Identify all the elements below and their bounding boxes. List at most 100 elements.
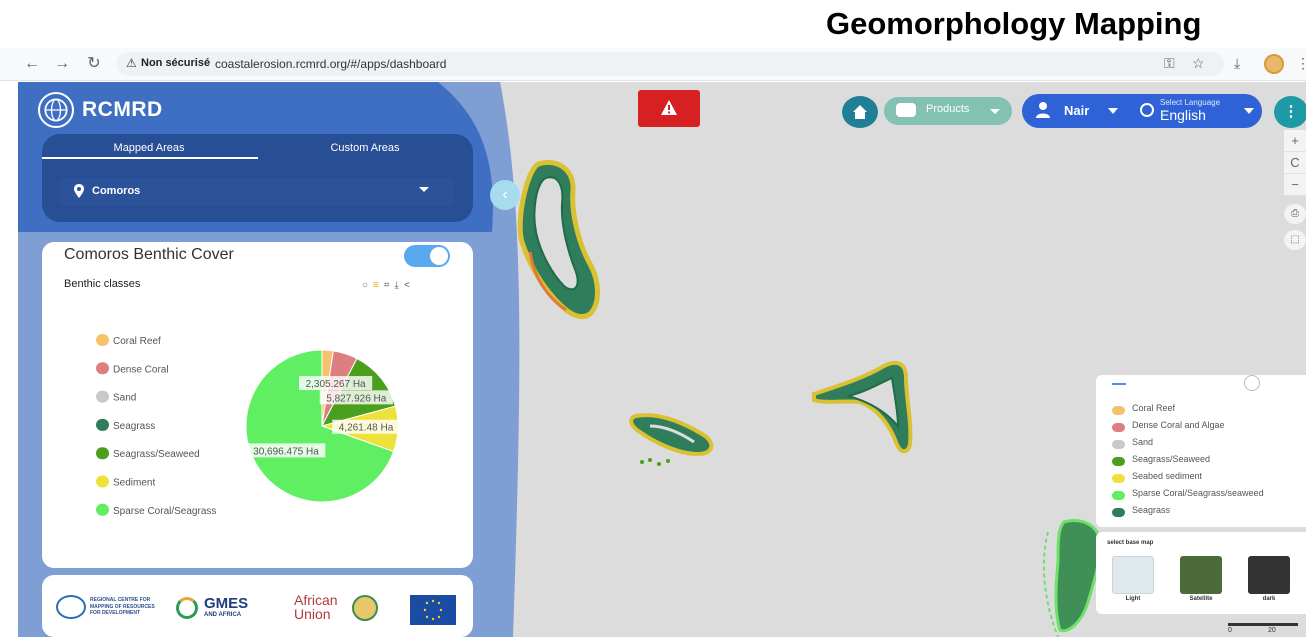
user-chevron-down-icon[interactable] [1108, 108, 1118, 114]
alert-button[interactable] [638, 90, 700, 127]
map-legend-swatch [1112, 491, 1125, 500]
rcmrd-partner-logo: REGIONAL CENTRE FOR MAPPING OF RESOURCES… [48, 595, 168, 623]
map-legend-label: Seabed sediment [1132, 471, 1203, 481]
chart-legend-item[interactable]: Sediment [96, 475, 155, 489]
country-select[interactable]: Comoros [60, 178, 453, 206]
chart-toolbar: ○≡⌗⤓< [362, 280, 415, 291]
select-area-button[interactable]: ⬚ [1284, 230, 1306, 250]
print-button[interactable]: ⎙ [1284, 204, 1306, 224]
map-legend: Coral Reef Dense Coral and Algae Sand Seagr… [1096, 375, 1306, 527]
benthic-pie-chart: Coral Reef Dense Coral Sand Seagrass Seagras… [96, 334, 400, 517]
download-icon[interactable]: ⤓ [1234, 55, 1240, 72]
basemap-label-dark: dark [1262, 596, 1276, 602]
basemap-label-light: Light [1125, 596, 1141, 602]
download-icon[interactable]: ⤓ [395, 280, 404, 291]
home-icon [853, 105, 867, 119]
home-button[interactable] [842, 96, 878, 128]
pie-data-label: 30,696.475 Ha [246, 443, 326, 458]
african-union-emblem-icon [352, 595, 378, 621]
map-legend-label: Coral Reef [1132, 403, 1176, 413]
reset-view-button[interactable]: C [1284, 152, 1306, 174]
map-legend-label: Seagrass/Seaweed [1132, 454, 1211, 464]
browser-toolbar: ← → ↻ ⚠ Non sécurisé coastalerosion.rcmr… [0, 48, 1306, 81]
password-key-icon[interactable]: ⚿ [1164, 55, 1175, 72]
map-legend-swatch [1112, 508, 1125, 517]
refresh-circle-icon[interactable]: ○ [362, 280, 373, 291]
user-icon[interactable] [1036, 102, 1050, 118]
gmes-logo: GMES AND AFRICA [176, 595, 276, 625]
globe-icon [1140, 103, 1154, 117]
products-label: Products [926, 103, 970, 115]
map-legend-item: Coral Reef [1112, 403, 1302, 419]
chart-legend-label: Sparse Coral/Seagrass [113, 506, 216, 517]
tab-mapped-areas[interactable]: Mapped Areas [42, 142, 256, 162]
bar-chart-icon[interactable]: ≡ [373, 280, 384, 291]
chart-legend-item[interactable]: Dense Coral [96, 362, 169, 375]
reload-icon[interactable]: ↻ [84, 54, 104, 74]
light-map-thumbnail [1112, 556, 1154, 594]
basemap-title: select base map [1107, 540, 1154, 546]
security-label[interactable]: Non sécurisé [141, 57, 210, 69]
forward-arrow-icon[interactable]: → [52, 54, 72, 74]
legend-toggle-icon[interactable] [1244, 375, 1260, 391]
gmes-subtitle: AND AFRICA [204, 612, 242, 618]
map-legend-item: Seagrass [1112, 505, 1302, 521]
rcmrd-full-name: REGIONAL CENTRE FOR MAPPING OF RESOURCES… [90, 597, 155, 616]
tab-custom-areas[interactable]: Custom Areas [258, 142, 472, 162]
chart-legend-item[interactable]: Sand [96, 390, 136, 404]
basemap-option-dark[interactable]: dark [1248, 556, 1290, 606]
url-text[interactable]: coastalerosion.rcmrd.org/#/apps/dashboar… [215, 57, 446, 71]
chart-legend-swatch [96, 447, 109, 460]
products-dropdown[interactable]: Products [884, 97, 1012, 125]
data-label-text: 2,305.267 Ha [306, 379, 366, 390]
data-label-text: 5,827.926 Ha [326, 393, 386, 404]
basemap-option-light[interactable]: Light [1112, 556, 1154, 606]
printer-icon: ⎙ [1291, 208, 1299, 219]
chart-legend-item[interactable]: Seagrass/Seaweed [96, 447, 200, 460]
user-name[interactable]: Nair [1064, 103, 1089, 118]
browser-menu-icon[interactable]: ⋮ [1296, 55, 1306, 72]
african-union-text: African Union [294, 592, 338, 622]
basemap-label-satellite: Satellite [1189, 596, 1213, 602]
chart-legend-label: Seagrass [113, 421, 155, 432]
eu-flag-logo [410, 595, 456, 625]
layer-toggle[interactable] [404, 245, 450, 267]
scale-bar: 0 20 [1228, 620, 1298, 634]
share-icon[interactable]: < [404, 280, 415, 291]
crop-icon[interactable]: ⌗ [384, 280, 395, 291]
selection-icon: ⬚ [1290, 234, 1300, 245]
dark-map-thumbnail [1248, 556, 1290, 594]
chevron-down-icon [419, 187, 429, 192]
legend-drag-handle[interactable] [1112, 383, 1126, 385]
zoom-in-button[interactable]: + [1284, 130, 1306, 152]
map-legend-item: Dense Coral and Algae [1112, 420, 1302, 436]
slide-title: Geomorphology Mapping [826, 6, 1202, 41]
chart-legend-item[interactable]: Coral Reef [96, 334, 161, 347]
map-legend-label: Seagrass [1132, 505, 1171, 515]
active-tab-indicator [42, 157, 258, 159]
location-pin-icon [74, 184, 84, 198]
chart-legend-item[interactable]: Sparse Coral/Seagrass [96, 503, 216, 517]
more-options-button[interactable]: ⋮ [1274, 96, 1306, 128]
chart-legend-label: Sediment [113, 478, 155, 489]
selected-country: Comoros [92, 185, 141, 197]
warning-triangle-icon[interactable]: ⚠ [126, 56, 137, 70]
profile-avatar[interactable] [1264, 54, 1284, 74]
bookmark-star-icon[interactable]: ☆ [1192, 55, 1205, 72]
zoom-out-button[interactable]: − [1284, 174, 1306, 196]
chart-legend-swatch [96, 503, 109, 516]
map-legend-label: Sparse Coral/Seagrass/seaweed [1132, 488, 1264, 498]
chart-legend-item[interactable]: Seagrass [96, 418, 155, 432]
small-reef-patches [640, 458, 670, 466]
island-anjouan [812, 360, 913, 454]
chart-legend-swatch [96, 475, 109, 488]
language-chevron-down-icon[interactable] [1244, 108, 1254, 114]
basemap-option-satellite[interactable]: Satellite [1180, 556, 1222, 606]
collapse-sidebar-button[interactable]: ‹ [490, 180, 520, 210]
map-legend-item: Seagrass/Seaweed [1112, 454, 1302, 470]
language-select[interactable]: English [1160, 107, 1206, 123]
address-bar[interactable]: ⚠ Non sécurisé coastalerosion.rcmrd.org/… [116, 52, 1224, 76]
chart-legend-swatch [96, 362, 109, 375]
back-arrow-icon[interactable]: ← [22, 54, 42, 74]
chart-legend-label: Coral Reef [113, 336, 161, 347]
